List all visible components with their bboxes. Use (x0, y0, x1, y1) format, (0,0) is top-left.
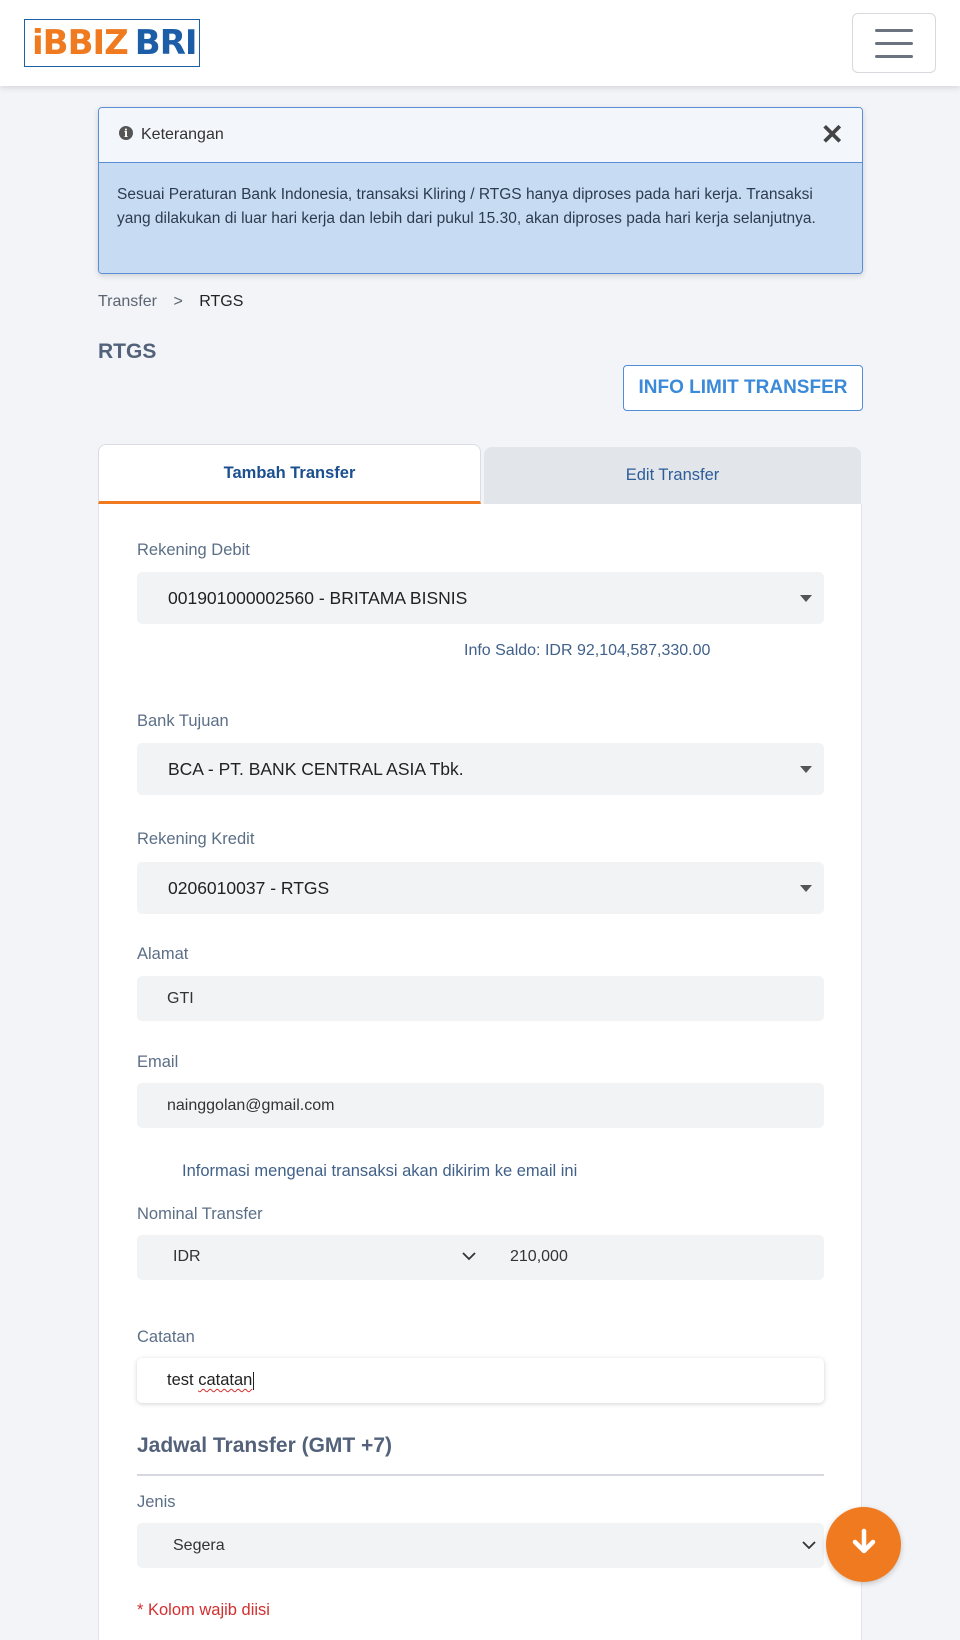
tab-edit-transfer[interactable]: Edit Transfer (484, 447, 861, 504)
catatan-misspelled-word: catatan (198, 1371, 253, 1389)
ibbiz-bri-logo[interactable]: iBBIZ BRI (24, 19, 200, 67)
close-icon[interactable]: ✕ (821, 121, 844, 149)
hamburger-bar (875, 28, 913, 32)
jenis-value: Segera (173, 1536, 225, 1554)
info-limit-transfer-button[interactable]: INFO LIMIT TRANSFER (623, 365, 863, 411)
nominal-transfer-group: IDR 210,000 (137, 1235, 824, 1280)
info-saldo: Info Saldo: IDR 92,104,587,330.00 (464, 642, 711, 659)
bank-tujuan-value: BCA - PT. BANK CENTRAL ASIA Tbk. (168, 758, 464, 779)
caret-down-icon (800, 595, 812, 602)
email-help-text: Informasi mengenai transaksi akan dikiri… (182, 1162, 578, 1180)
currency-select[interactable]: IDR (173, 1248, 201, 1266)
page-title: RTGS (98, 340, 157, 363)
rekening-debit-select[interactable]: 001901000002560 - BRITAMA BISNIS (137, 572, 824, 624)
jenis-select[interactable]: Segera (137, 1523, 824, 1568)
breadcrumb: Transfer > RTGS (98, 293, 243, 311)
hamburger-bar (875, 41, 913, 45)
section-divider (137, 1474, 824, 1476)
info-icon: i (119, 126, 133, 140)
rekening-kredit-select[interactable]: 0206010037 - RTGS (137, 862, 824, 914)
catatan-value: test (167, 1371, 199, 1389)
alamat-label: Alamat (137, 945, 189, 963)
hamburger-bar (875, 54, 913, 58)
rekening-kredit-label: Rekening Kredit (137, 830, 255, 848)
rekening-debit-value: 001901000002560 - BRITAMA BISNIS (168, 587, 468, 608)
bank-tujuan-label: Bank Tujuan (137, 712, 229, 730)
tab-tambah-transfer[interactable]: Tambah Transfer (98, 444, 481, 504)
transfer-form-card (98, 504, 862, 1640)
alamat-value: GTI (167, 989, 194, 1007)
scroll-down-button[interactable] (826, 1507, 901, 1582)
nominal-amount-input[interactable]: 210,000 (510, 1248, 568, 1266)
jenis-label: Jenis (137, 1493, 176, 1511)
hamburger-menu-icon[interactable] (852, 13, 936, 73)
email-label: Email (137, 1053, 179, 1071)
email-value: nainggolan@gmail.com (167, 1096, 335, 1114)
text-cursor (253, 1371, 255, 1390)
bank-tujuan-select[interactable]: BCA - PT. BANK CENTRAL ASIA Tbk. (137, 743, 824, 795)
email-input[interactable]: nainggolan@gmail.com (137, 1083, 824, 1128)
top-navbar: iBBIZ BRI (0, 0, 960, 86)
catatan-input[interactable]: test catatan (137, 1358, 824, 1403)
caret-down-icon (800, 766, 812, 773)
catatan-label: Catatan (137, 1328, 195, 1346)
breadcrumb-separator: > (173, 293, 183, 310)
rekening-kredit-value: 0206010037 - RTGS (168, 877, 330, 898)
info-alert: i Keterangan ✕ Sesuai Peraturan Bank Ind… (98, 107, 863, 274)
alert-title: Keterangan (141, 126, 224, 143)
alamat-input[interactable]: GTI (137, 976, 824, 1021)
chevron-down-icon (802, 1541, 816, 1550)
jadwal-transfer-heading: Jadwal Transfer (GMT +7) (137, 1434, 392, 1457)
rekening-debit-label: Rekening Debit (137, 541, 250, 559)
caret-down-icon (800, 885, 812, 892)
chevron-down-icon[interactable] (462, 1252, 476, 1261)
logo-text-ibbiz: iBBIZ (32, 23, 129, 63)
breadcrumb-link-transfer[interactable]: Transfer (98, 293, 157, 310)
breadcrumb-current: RTGS (199, 293, 244, 310)
alert-header: i Keterangan ✕ (99, 108, 862, 163)
alert-message: Sesuai Peraturan Bank Indonesia, transak… (99, 163, 862, 273)
arrow-down-icon (849, 1527, 879, 1562)
nominal-transfer-label: Nominal Transfer (137, 1205, 263, 1223)
logo-text-bri: BRI (134, 23, 198, 63)
required-fields-note: * Kolom wajib diisi (137, 1601, 270, 1619)
